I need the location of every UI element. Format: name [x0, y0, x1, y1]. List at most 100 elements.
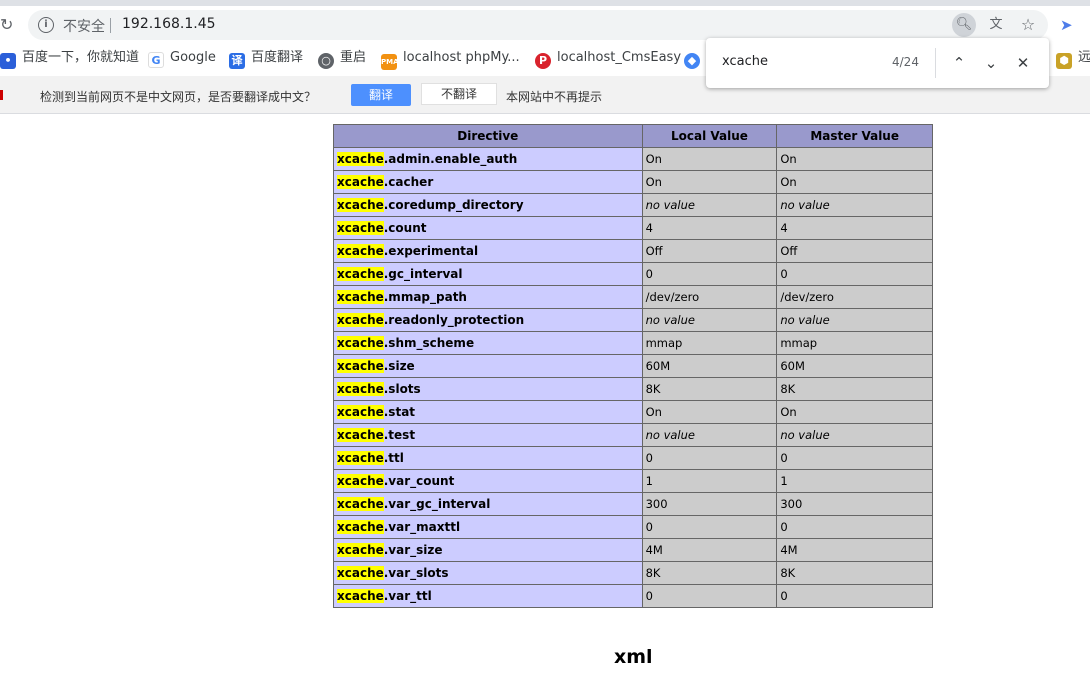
bookmark-baidu-translate[interactable]: 译百度翻译 — [229, 49, 304, 69]
master-value-cell: no value — [776, 193, 933, 217]
search-highlight: xcache — [337, 313, 384, 327]
directive-cell: xcache.size — [333, 354, 643, 378]
bookmark-label: 百度翻译 — [251, 50, 304, 65]
directive-name: .var_count — [383, 474, 455, 488]
directive-name: .gc_interval — [383, 267, 463, 281]
directive-name: .var_ttl — [383, 589, 432, 603]
table-row: xcache.test no value no value — [333, 423, 933, 447]
omnibox-divider — [110, 18, 111, 33]
directive-cell: xcache.slots — [333, 377, 643, 401]
bookmark-star-icon[interactable]: ☆ — [1016, 13, 1040, 37]
search-highlight: xcache — [337, 382, 384, 396]
directive-name: .mmap_path — [383, 290, 467, 304]
table-row: xcache.mmap_path/dev/zero/dev/zero — [333, 285, 933, 309]
translate-icon[interactable]: 文 — [984, 13, 1008, 37]
info-icon[interactable]: i — [38, 17, 54, 33]
search-highlight: xcache — [337, 451, 384, 465]
local-value-cell: Off — [641, 239, 778, 263]
directive-cell: xcache.test — [333, 423, 643, 447]
directive-cell: xcache.count — [333, 216, 643, 240]
search-highlight: xcache — [337, 244, 384, 258]
google-icon: G — [148, 52, 164, 68]
table-row: xcache.size 60M 60M — [333, 354, 933, 378]
chevron-up-icon[interactable]: ⌃ — [948, 52, 970, 74]
translate-prompt: 检测到当前网页不是中文网页，是否要翻译成中文？ — [40, 90, 317, 104]
search-highlight: xcache — [337, 497, 384, 511]
bookmark-phpmyadmin[interactable]: PMA localhost phpMy... — [381, 49, 520, 70]
xcache-directive-table: Directive Local Value Master Value xcach… — [333, 124, 933, 608]
bookmark-restart[interactable]: ○ 重启 — [318, 49, 366, 69]
bookmark-label: 百度一下，你就知道 — [22, 50, 140, 65]
master-value-cell: no value — [776, 308, 933, 332]
find-input[interactable]: xcache — [722, 54, 768, 69]
directive-name: .slots — [383, 382, 421, 396]
local-value-cell: no value — [641, 423, 778, 447]
master-value-cell: Off — [776, 239, 933, 263]
find-bar: xcache 4/24 ⌃ ⌄ ✕ — [706, 38, 1049, 88]
directive-cell: xcache.var_count — [333, 469, 643, 493]
extension-icon[interactable]: ➤ — [1060, 16, 1078, 34]
no-translate-button[interactable]: 不翻译 — [421, 83, 497, 105]
find-match-count: 4/24 — [892, 55, 919, 69]
globe-icon: ○ — [318, 53, 334, 69]
table-row: xcache.var_slots 8K 8K — [333, 561, 933, 585]
table-row: xcache.cacher On On — [333, 170, 933, 194]
shield-icon: ◆ — [684, 53, 700, 69]
directive-name: .readonly_protection — [383, 313, 525, 327]
directive-cell: xcache.experimental — [333, 239, 643, 263]
directive-name: .var_size — [383, 543, 443, 557]
directive-cell: xcache.var_slots — [333, 561, 643, 585]
never-translate-link[interactable]: 本网站中不再提示 — [506, 88, 602, 105]
table-row: xcache.var_ttl 0 0 — [333, 584, 933, 608]
chevron-down-icon[interactable]: ⌄ — [980, 52, 1002, 74]
find-in-page-icon[interactable]: 🔍︎ — [952, 13, 976, 37]
local-value-cell: 4 — [641, 216, 778, 240]
local-value-cell: 1 — [641, 469, 778, 493]
extension-icon: ⬢ — [1056, 53, 1072, 69]
baidu-paw-icon: • — [0, 53, 16, 69]
find-divider — [935, 48, 936, 78]
directive-name: .coredump_directory — [383, 198, 524, 212]
search-highlight: xcache — [337, 267, 384, 281]
bookmark-more[interactable]: ◆ — [684, 49, 706, 69]
bookmark-overflow[interactable]: ⬢ 远 — [1056, 49, 1090, 69]
search-highlight: xcache — [337, 152, 384, 166]
local-value-cell: /dev/zero — [641, 285, 778, 309]
table-row: xcache.coredump_directory no value no valu… — [333, 193, 933, 217]
search-highlight: xcache — [337, 290, 384, 304]
translate-infobar-icon — [0, 90, 3, 100]
directive-name: .admin.enable_auth — [383, 152, 518, 166]
search-highlight: xcache — [337, 359, 384, 373]
directive-cell: xcache.var_ttl — [333, 584, 643, 608]
reload-icon[interactable]: ↻ — [0, 16, 14, 34]
security-label[interactable]: 不安全 — [63, 16, 105, 36]
search-highlight: xcache — [337, 336, 384, 350]
search-highlight: xcache — [337, 405, 384, 419]
search-highlight: xcache — [337, 221, 384, 235]
table-row: xcache.gc_interval 0 0 — [333, 262, 933, 286]
local-value-cell: no value — [641, 193, 778, 217]
bookmark-baidu[interactable]: • 百度一下，你就知道 — [0, 49, 140, 69]
directive-cell: xcache.var_gc_interval — [333, 492, 643, 516]
column-header: Local Value — [641, 124, 778, 148]
master-value-cell: 0 — [776, 446, 933, 470]
bookmark-label: Google — [170, 50, 216, 65]
local-value-cell: 60M — [641, 354, 778, 378]
local-value-cell: On — [641, 147, 778, 171]
master-value-cell: 0 — [776, 515, 933, 539]
translate-button[interactable]: 翻译 — [351, 84, 411, 106]
directive-cell: xcache.stat — [333, 400, 643, 424]
table-row: xcache.readonly_protection no value no val… — [333, 308, 933, 332]
url-text[interactable]: 192.168.1.45 — [122, 16, 216, 32]
bookmark-label: localhost phpMy... — [403, 50, 520, 65]
local-value-cell: 0 — [641, 584, 778, 608]
bookmark-cmseasy[interactable]: Plocalhost_CmsEasy — [535, 49, 681, 69]
table-row: xcache.var_maxttl 0 0 — [333, 515, 933, 539]
address-bar[interactable]: i 不安全 192.168.1.45 🔍︎ 文 ☆ — [28, 10, 1048, 40]
close-icon[interactable]: ✕ — [1012, 52, 1034, 74]
table-row: xcache.ttl 0 0 — [333, 446, 933, 470]
bookmark-google[interactable]: G Google — [148, 49, 216, 68]
local-value-cell: 8K — [641, 561, 778, 585]
local-value-cell: On — [641, 400, 778, 424]
master-value-cell: 4M — [776, 538, 933, 562]
